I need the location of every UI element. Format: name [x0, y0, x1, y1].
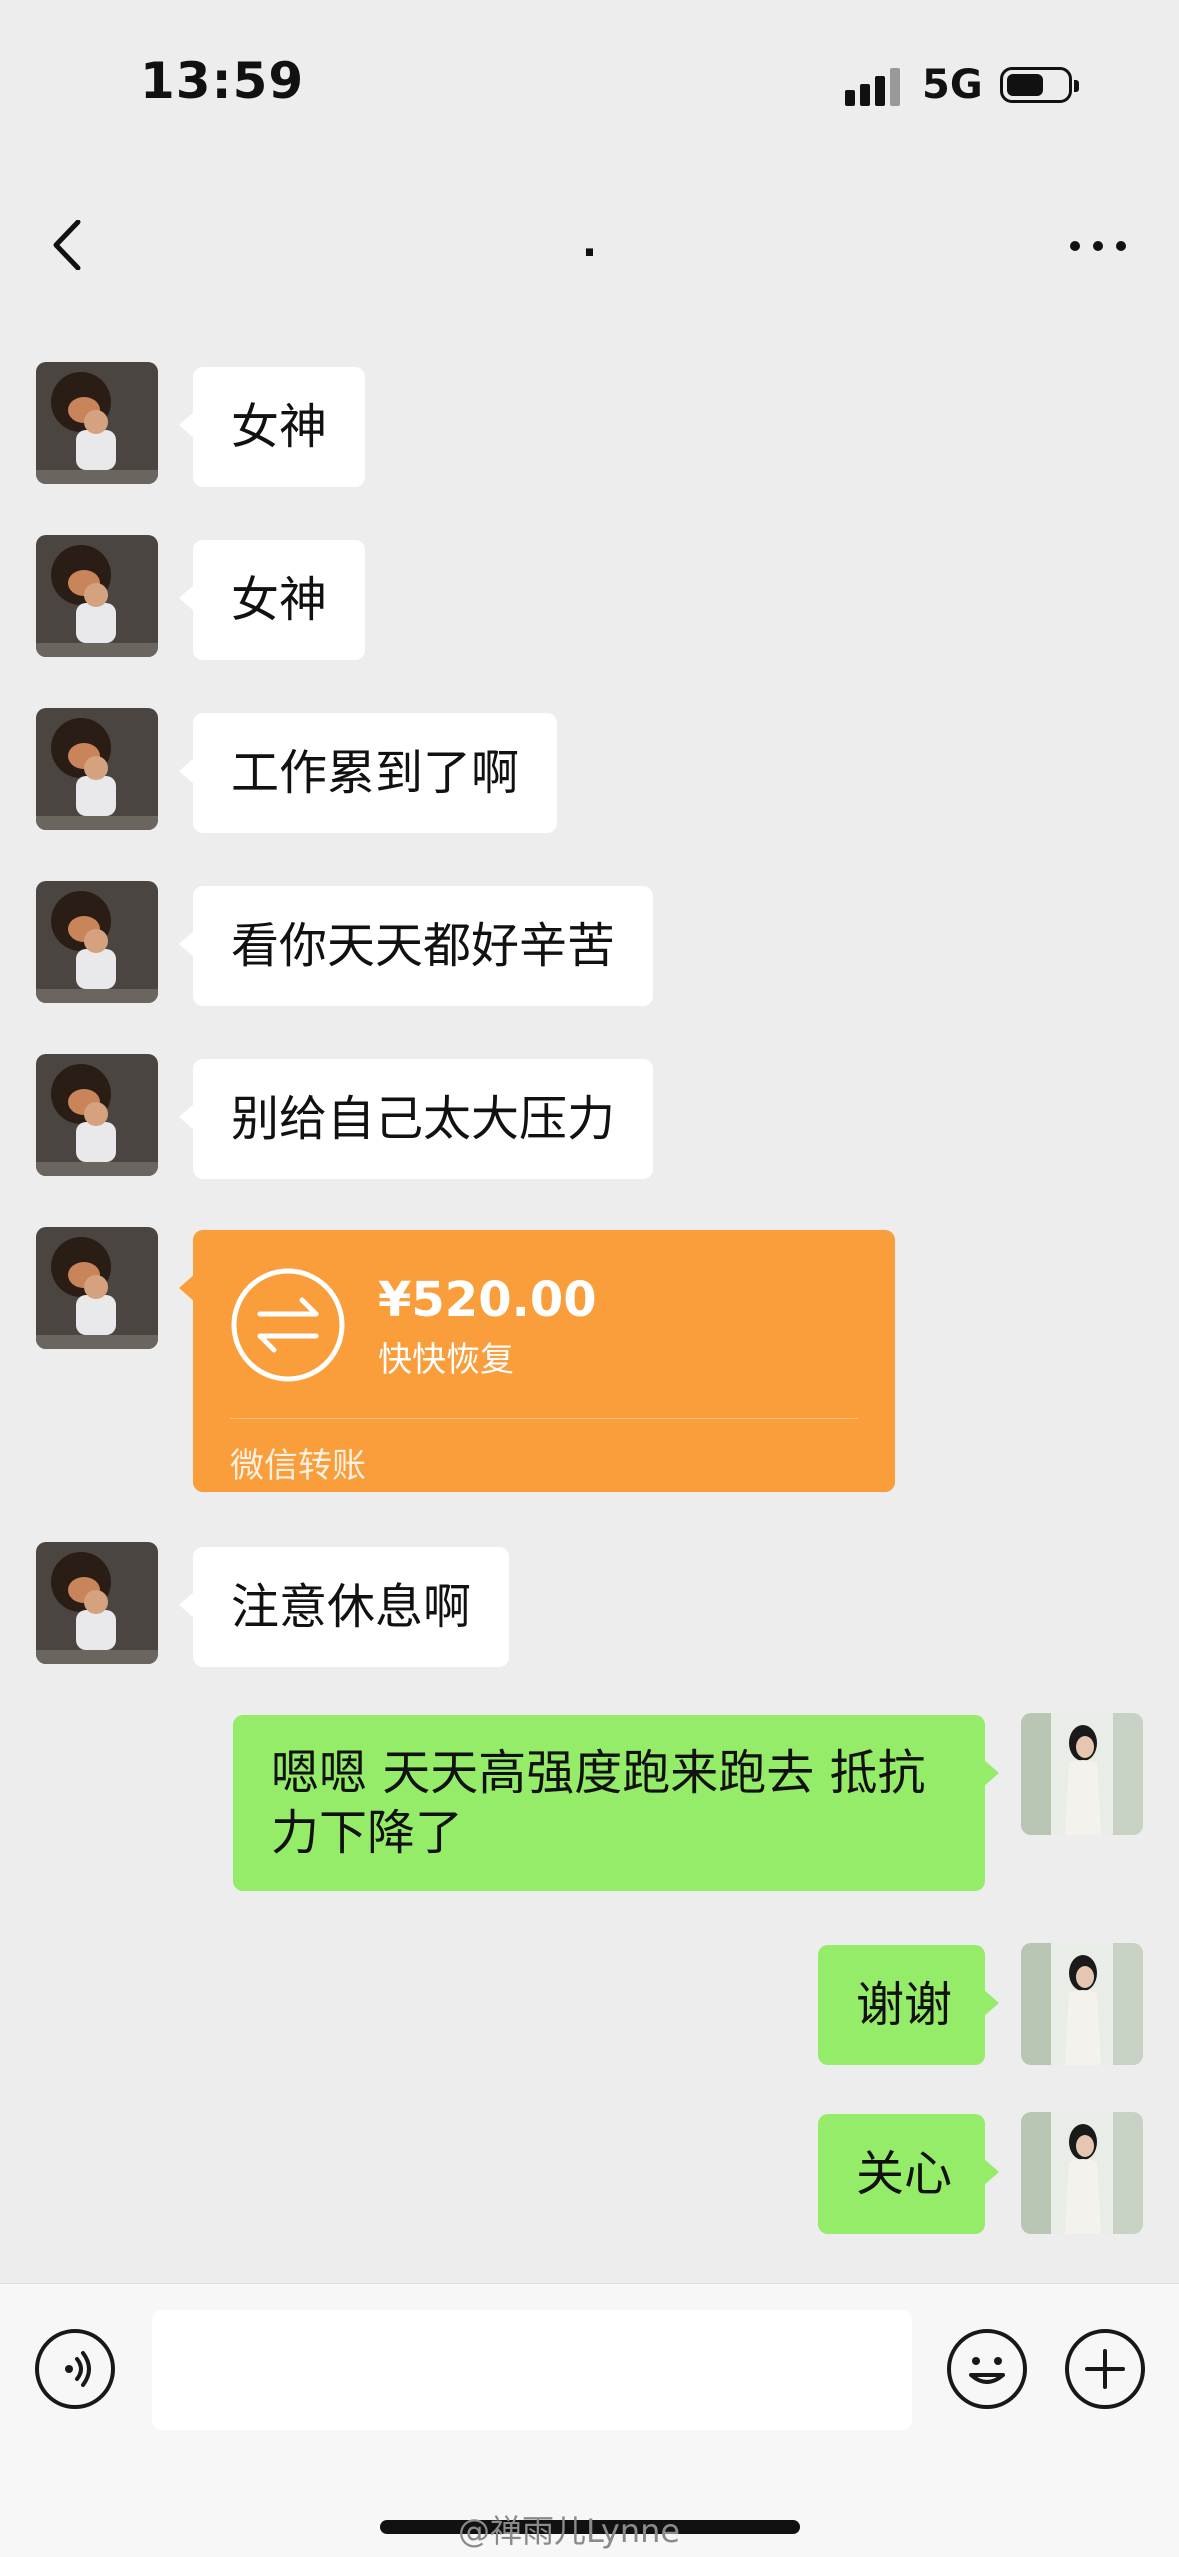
voice-icon[interactable]	[35, 2329, 115, 2409]
transfer-card[interactable]: ¥520.00 快快恢复 微信转账	[179, 1230, 895, 1492]
message-bubble-in[interactable]: 注意休息啊	[178, 1547, 510, 1667]
input-bar: @禅雨儿Lynne	[0, 2283, 1179, 2557]
message-bubble-out[interactable]: 嗯嗯 天天高强度跑来跑去 抵抗力下降了	[233, 1715, 999, 1891]
watermark: @禅雨儿Lynne	[458, 2512, 681, 2550]
my-avatar[interactable]	[1021, 1943, 1143, 2065]
contact-avatar[interactable]	[36, 1227, 158, 1349]
message-bubble-in[interactable]: 女神	[178, 367, 366, 487]
transfer-icon	[230, 1267, 346, 1383]
transfer-amount: ¥520.00	[378, 1272, 597, 1328]
my-avatar[interactable]	[1021, 2112, 1143, 2234]
message-bubble-out[interactable]: 谢谢	[818, 1945, 999, 2065]
chat-title: .	[581, 220, 598, 266]
contact-avatar[interactable]	[36, 1054, 158, 1176]
plus-icon[interactable]	[1065, 2329, 1145, 2409]
message-bubble-in[interactable]: 别给自己太大压力	[178, 1059, 654, 1179]
message-bubble-out[interactable]: 关心	[818, 2114, 999, 2234]
transfer-note: 快快恢复	[378, 1340, 514, 1380]
contact-avatar[interactable]	[36, 708, 158, 830]
status-time: 13:59	[140, 52, 305, 110]
emoji-icon[interactable]	[947, 2329, 1027, 2409]
more-icon[interactable]	[1070, 235, 1130, 255]
network-type: 5G	[922, 62, 983, 108]
message-input[interactable]	[152, 2310, 912, 2430]
contact-avatar[interactable]	[36, 881, 158, 1003]
contact-avatar[interactable]	[36, 1542, 158, 1664]
signal-icon	[845, 66, 905, 106]
battery-icon	[1000, 67, 1079, 103]
contact-avatar[interactable]	[36, 535, 158, 657]
contact-avatar[interactable]	[36, 362, 158, 484]
transfer-label: 微信转账	[230, 1446, 366, 1486]
message-bubble-in[interactable]: 看你天天都好辛苦	[178, 886, 654, 1006]
message-bubble-in[interactable]: 女神	[178, 540, 366, 660]
divider	[230, 1418, 858, 1419]
my-avatar[interactable]	[1021, 1713, 1143, 1835]
message-bubble-in[interactable]: 工作累到了啊	[178, 713, 558, 833]
